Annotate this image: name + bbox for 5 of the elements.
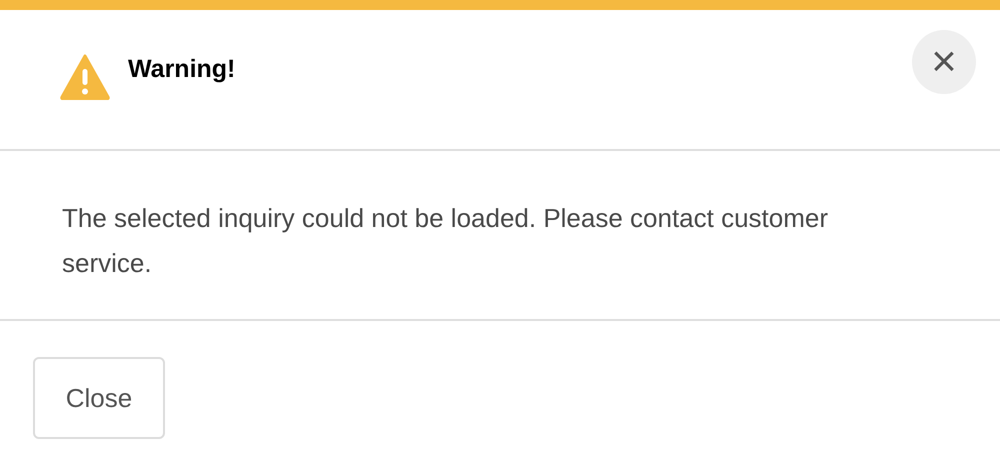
warning-icon	[60, 54, 110, 100]
close-icon[interactable]: ×	[912, 30, 976, 94]
message-text: The selected inquiry could not be loaded. Please contact customer service.	[62, 202, 830, 280]
close-button[interactable]: Close	[33, 357, 165, 439]
dialog-title: Warning!	[128, 54, 236, 86]
